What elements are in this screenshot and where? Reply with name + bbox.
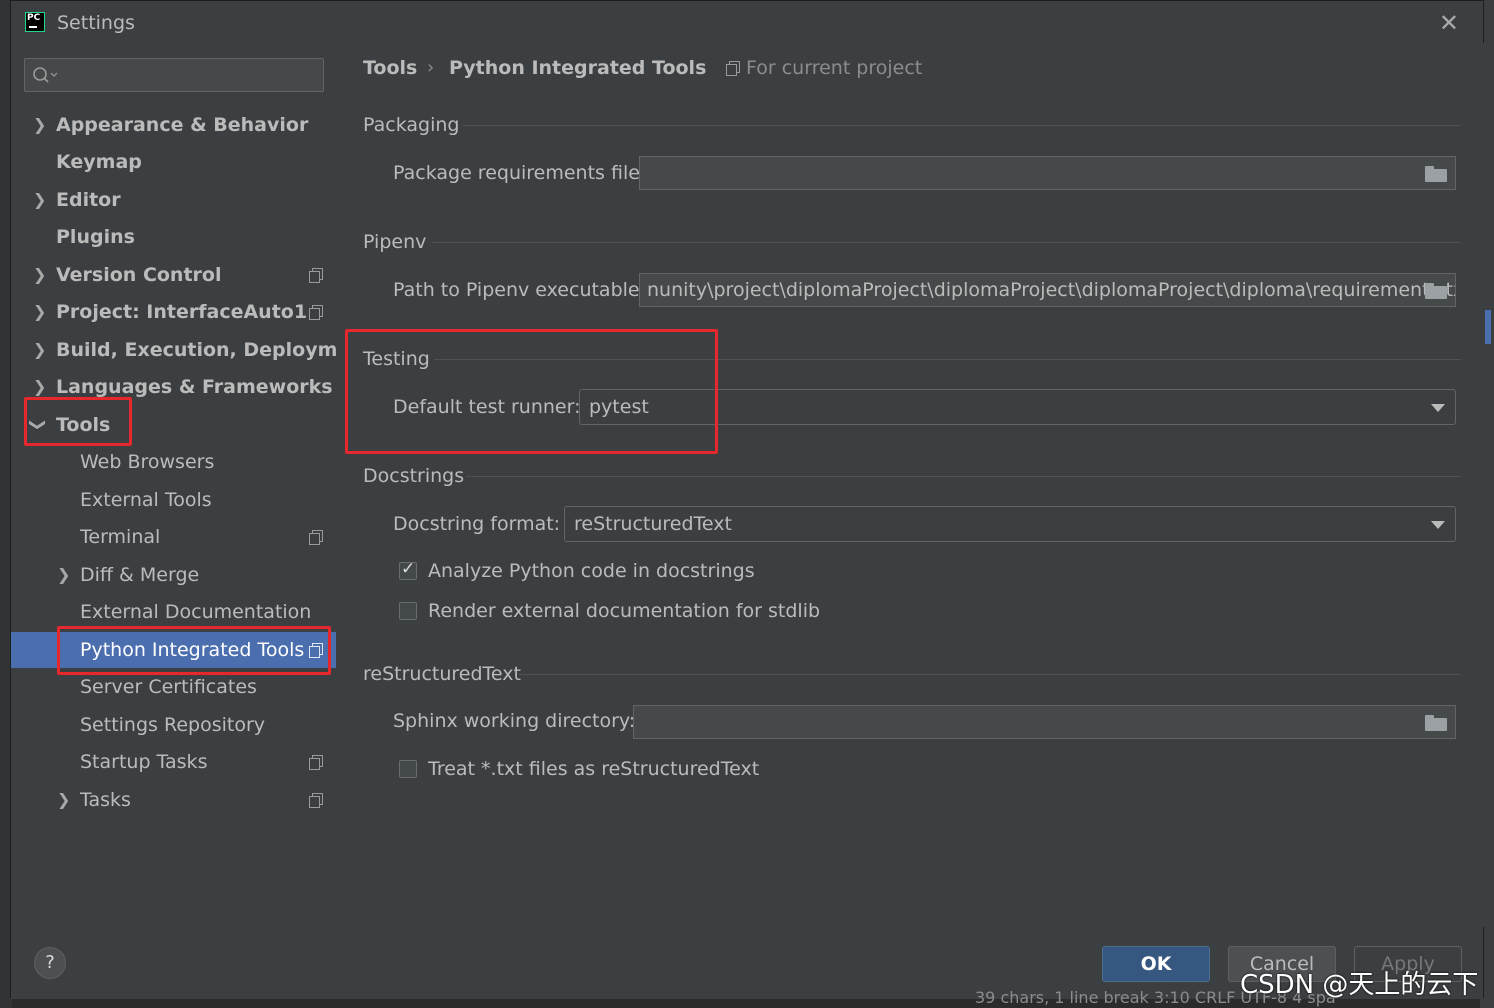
- search-input[interactable]: [24, 58, 324, 92]
- sidebar-item-label: Editor: [56, 189, 121, 211]
- pipenv-path-field[interactable]: nunity\project\diplomaProject\diplomaPro…: [639, 273, 1456, 307]
- treat-txt-checkbox[interactable]: [399, 760, 417, 778]
- sidebar-item-label: Settings Repository: [80, 714, 265, 736]
- section-divider: [432, 242, 1461, 243]
- chevron-down-icon: [1431, 404, 1445, 412]
- sidebar-item-build[interactable]: ❯ Build, Execution, Deployment: [11, 332, 373, 368]
- analyze-docstrings-checkbox[interactable]: ✓: [399, 559, 417, 580]
- sidebar-item-label: Project: InterfaceAuto1: [56, 301, 308, 323]
- ok-button[interactable]: OK: [1102, 946, 1210, 982]
- sidebar-item-external-documentation[interactable]: External Documentation: [11, 594, 336, 630]
- logo-text: PC: [27, 13, 41, 23]
- project-scope-icon: [309, 755, 323, 770]
- scope-label: For current project: [746, 57, 923, 79]
- sidebar-item-startup-tasks[interactable]: Startup Tasks: [11, 744, 336, 780]
- sidebar-item-label: Terminal: [80, 526, 161, 548]
- pipenv-path-value: nunity\project\diplomaProject\diplomaPro…: [647, 279, 1456, 301]
- section-rest-title: reStructuredText: [363, 663, 521, 685]
- section-packaging-title: Packaging: [363, 114, 460, 136]
- pycharm-logo-icon: PC: [25, 12, 45, 32]
- sidebar-item-editor[interactable]: ❯ Editor: [11, 182, 336, 218]
- treat-txt-label[interactable]: Treat *.txt files as reStructuredText: [428, 758, 759, 780]
- chevron-down-icon: [1431, 521, 1445, 529]
- annotation-box-tools: [24, 397, 132, 446]
- folder-icon[interactable]: [1425, 715, 1447, 731]
- sidebar-item-external-tools[interactable]: External Tools: [11, 482, 336, 518]
- chevron-right-icon: ❯: [33, 115, 47, 134]
- project-scope-icon: [309, 305, 323, 320]
- render-stdlib-label[interactable]: Render external documentation for stdlib: [428, 600, 820, 622]
- title-bar[interactable]: PC Settings ✕: [11, 1, 1483, 43]
- dialog-title: Settings: [57, 12, 135, 34]
- sidebar-item-label: Build, Execution, Deployment: [56, 339, 373, 361]
- section-divider: [463, 125, 1461, 126]
- watermark: CSDN @天上的云下: [1240, 970, 1479, 1000]
- analyze-docstrings-label[interactable]: Analyze Python code in docstrings: [428, 560, 755, 582]
- chevron-right-icon: ❯: [33, 340, 47, 359]
- docstring-format-value: reStructuredText: [574, 513, 732, 535]
- folder-icon[interactable]: [1425, 283, 1447, 299]
- project-scope-icon: [309, 268, 323, 283]
- chevron-right-icon: ❯: [33, 265, 47, 284]
- sidebar-item-project[interactable]: ❯ Project: InterfaceAuto1: [11, 294, 336, 330]
- sidebar-item-label: External Documentation: [80, 601, 312, 623]
- sidebar-item-version-control[interactable]: ❯ Version Control: [11, 257, 336, 293]
- settings-content: Tools › Python Integrated Tools For curr…: [336, 43, 1485, 927]
- sidebar-item-tasks[interactable]: ❯ Tasks: [11, 782, 336, 818]
- checkmark-icon: ✓: [401, 559, 416, 579]
- pipenv-path-label: Path to Pipenv executable:: [393, 279, 647, 301]
- chevron-right-icon: ❯: [57, 565, 71, 584]
- sidebar-item-label: Keymap: [56, 151, 142, 173]
- sidebar-item-settings-repository[interactable]: Settings Repository: [11, 707, 336, 743]
- breadcrumb-separator: ›: [427, 57, 435, 78]
- annotation-box-python-tools: [57, 626, 331, 675]
- project-scope-icon: [309, 793, 323, 808]
- page-title: Python Integrated Tools: [449, 57, 707, 79]
- docstring-format-label: Docstring format:: [393, 513, 561, 535]
- requirements-label: Package requirements file:: [393, 162, 647, 184]
- section-divider: [466, 476, 1461, 477]
- section-pipenv-title: Pipenv: [363, 231, 427, 253]
- docstring-format-select[interactable]: reStructuredText: [564, 506, 1456, 542]
- sidebar-item-label: Web Browsers: [80, 451, 215, 473]
- sidebar-item-label: Plugins: [56, 226, 135, 248]
- chevron-right-icon: ❯: [57, 790, 71, 809]
- breadcrumb-parent[interactable]: Tools: [363, 57, 417, 79]
- annotation-box-testing: [345, 329, 718, 454]
- sphinx-dir-label: Sphinx working directory:: [393, 710, 636, 732]
- sphinx-dir-field[interactable]: [633, 705, 1456, 739]
- close-icon[interactable]: ✕: [1439, 9, 1459, 37]
- project-scope-icon: [726, 61, 740, 76]
- sidebar-item-label: Tasks: [80, 789, 131, 811]
- sidebar-item-appearance[interactable]: ❯ Appearance & Behavior: [11, 107, 336, 143]
- sidebar-item-plugins[interactable]: Plugins: [11, 219, 336, 255]
- project-scope-icon: [309, 530, 323, 545]
- sidebar-item-label: Appearance & Behavior: [56, 114, 309, 136]
- sidebar-item-label: Startup Tasks: [80, 751, 208, 773]
- sidebar-item-web-browsers[interactable]: Web Browsers: [11, 444, 336, 480]
- section-divider: [519, 674, 1461, 675]
- sidebar-item-keymap[interactable]: Keymap: [11, 144, 336, 180]
- sidebar-item-label: Version Control: [56, 264, 222, 286]
- help-icon[interactable]: ?: [34, 947, 66, 979]
- folder-icon[interactable]: [1425, 166, 1447, 182]
- render-stdlib-checkbox[interactable]: [399, 602, 417, 620]
- requirements-field[interactable]: [639, 156, 1456, 190]
- sidebar-item-label: External Tools: [80, 489, 212, 511]
- sidebar-item-label: Diff & Merge: [80, 564, 200, 586]
- settings-sidebar: ❯ Appearance & Behavior Keymap ❯ Editor …: [11, 43, 373, 927]
- sidebar-item-diff-merge[interactable]: ❯ Diff & Merge: [11, 557, 336, 593]
- section-docstrings-title: Docstrings: [363, 465, 465, 487]
- sidebar-item-terminal[interactable]: Terminal: [11, 519, 336, 555]
- chevron-right-icon: ❯: [33, 302, 47, 321]
- search-icon: [33, 67, 58, 83]
- settings-dialog: PC Settings ✕ ❯ Appearance & Behavior Ke…: [10, 0, 1485, 999]
- chevron-right-icon: ❯: [33, 190, 47, 209]
